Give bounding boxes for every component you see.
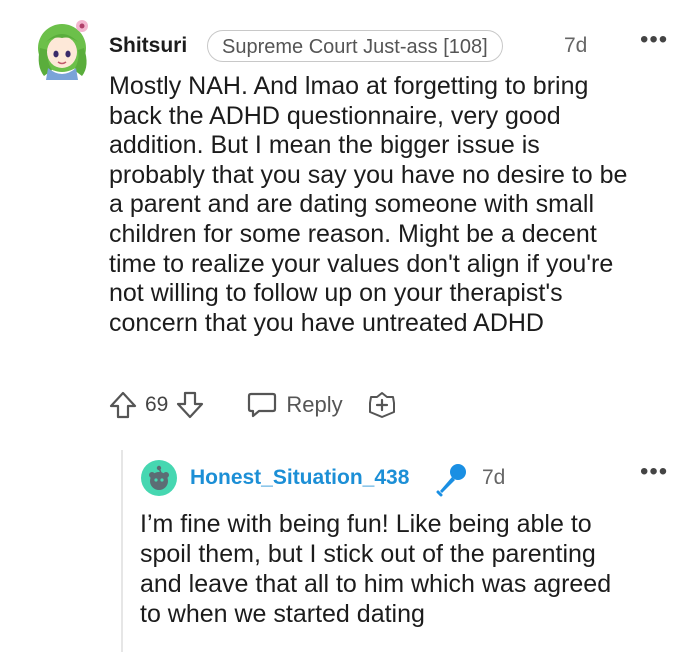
avatar-character-icon [38,20,88,80]
vote-score: 69 [145,393,169,416]
comment-body-line: children for some reason. Might be a dec… [109,219,597,248]
downvote-icon[interactable] [174,389,206,421]
reply-body-line: and leave that all to him which was agre… [140,570,612,598]
reply-bubble-icon [246,390,278,420]
reply-body-line: to when we started dating [140,600,425,628]
comment-username[interactable]: Shitsuri [109,34,187,58]
reply-body: I’m fine with being fun! Like being able… [140,509,690,629]
comment-body-line: probably that you say you have no desire… [109,160,628,189]
comment-body-line: a parent and are dating someone with sma… [109,190,595,219]
comment-body-line: concern that you have untreated ADHD [109,308,544,337]
comment-body-line: addition. But I mean the bigger issue is [109,131,540,160]
reply-username[interactable]: Honest_Situation_438 [190,466,409,490]
reply-more-options-button[interactable]: ••• [640,458,668,486]
comment-body-line: back the ADHD questionnaire, very good [109,101,561,130]
comment-actions: 69 Reply [107,388,397,422]
user-flair: Supreme Court Just-ass [108] [207,30,503,62]
snoo-avatar-icon [141,460,177,496]
comment-body-line: Mostly NAH. And lmao at forgetting to br… [109,72,589,100]
comment-body-line: not willing to follow up on your therapi… [109,279,563,308]
reply-timestamp: 7d [482,466,506,489]
upvote-icon[interactable] [107,389,139,421]
comment-timestamp: 7d [564,34,588,57]
user-avatar[interactable] [34,18,94,80]
thread-line[interactable] [121,450,123,652]
microphone-icon [434,461,470,497]
comment-body: Mostly NAH. And lmao at forgetting to br… [109,72,689,338]
reply-body-line: spoil them, but I stick out of the paren… [140,540,596,568]
reply-user-avatar[interactable] [141,460,177,496]
comment-body-line: time to realize your values don't align … [109,249,614,278]
more-options-button[interactable]: ••• [640,26,668,54]
reply-label: Reply [286,392,343,417]
reply-body-line: I’m fine with being fun! Like being able… [140,510,592,538]
reply-button[interactable]: Reply [246,390,343,420]
award-icon[interactable] [367,390,397,420]
